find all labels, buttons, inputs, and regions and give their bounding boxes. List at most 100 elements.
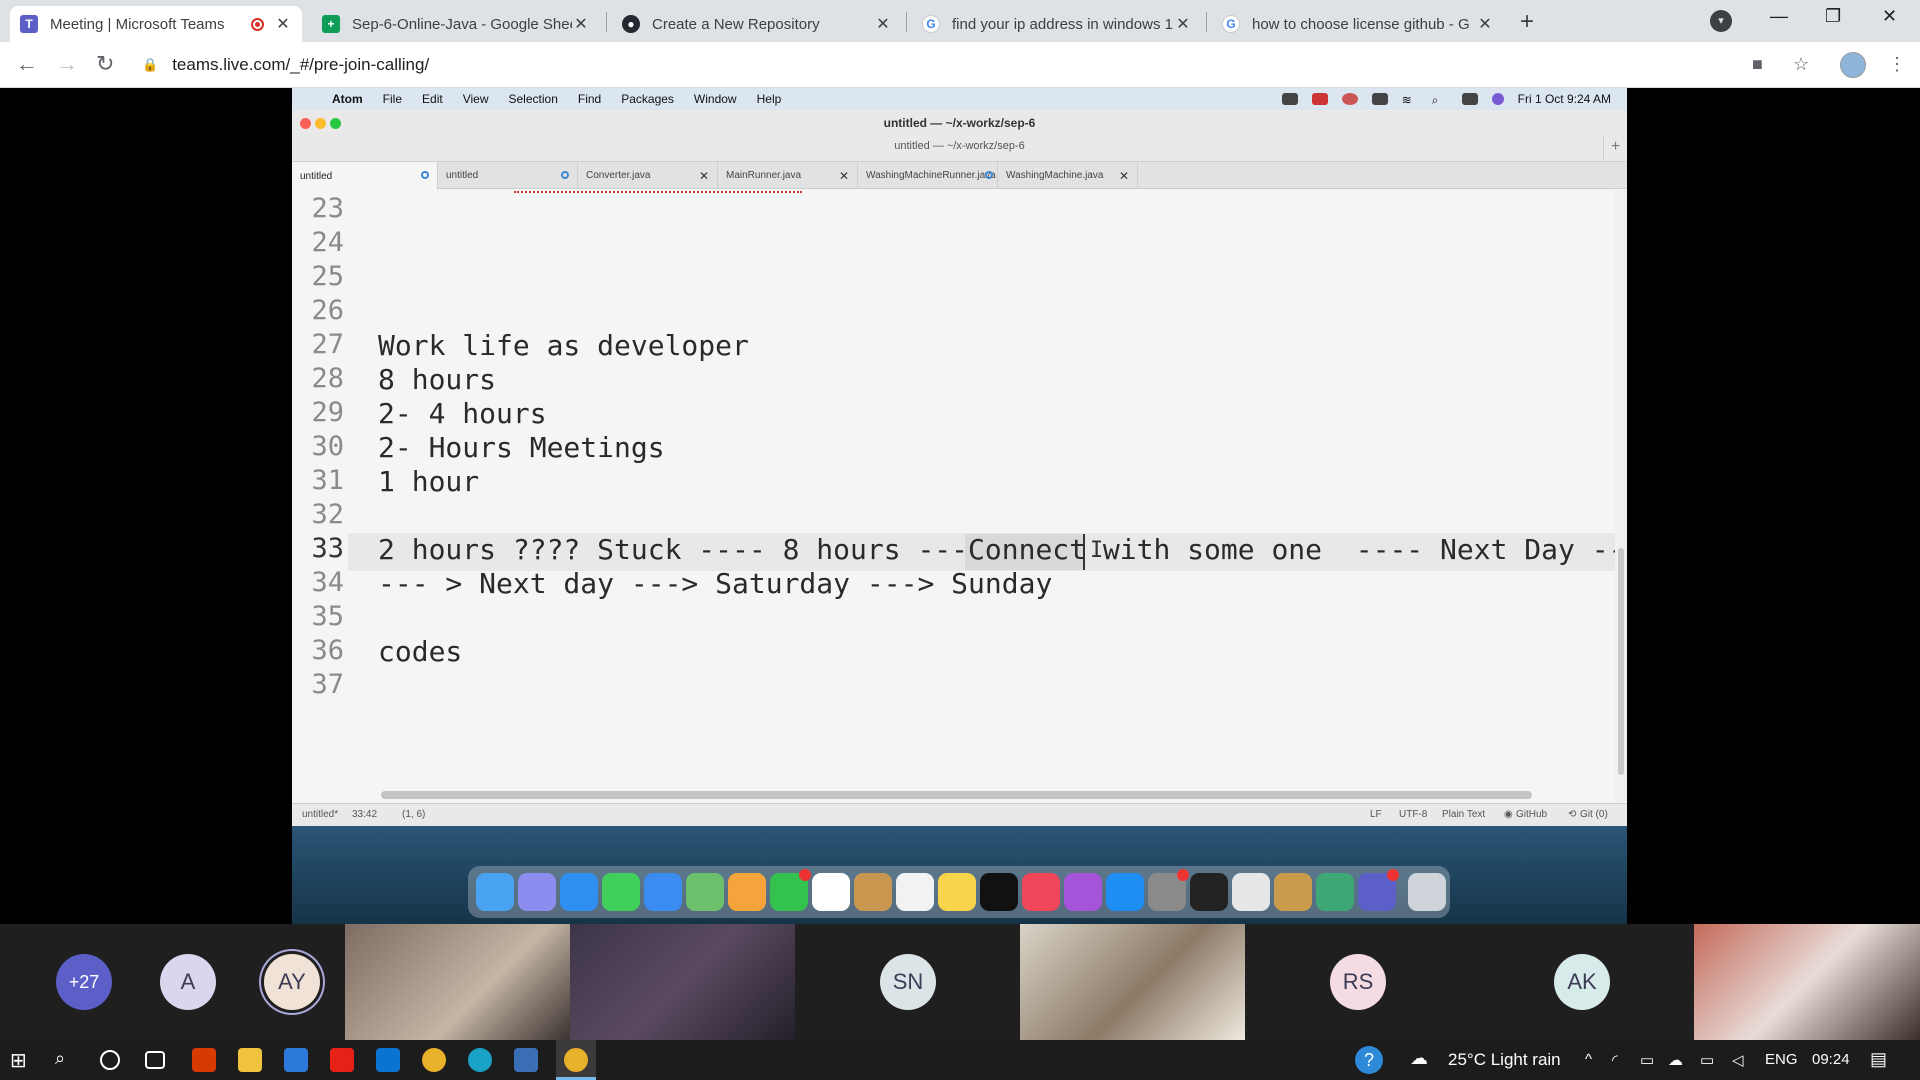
new-tab-button[interactable]: + <box>1520 8 1534 36</box>
safari-icon[interactable] <box>560 873 598 911</box>
finder-icon[interactable] <box>476 873 514 911</box>
network-icon[interactable]: ◜ <box>1612 1051 1618 1069</box>
spotlight-icon[interactable]: ⌕ <box>1432 93 1448 107</box>
modified-dot-icon[interactable] <box>561 171 569 179</box>
edge-icon[interactable] <box>468 1048 492 1072</box>
code-line[interactable]: 1 hour <box>378 465 479 498</box>
participant-video[interactable] <box>1694 924 1920 1040</box>
vertical-scrollbar-thumb[interactable] <box>1618 548 1624 775</box>
profile-avatar[interactable] <box>1840 52 1866 78</box>
editor-tab-untitled-2[interactable]: untitled <box>438 162 578 189</box>
participant-video[interactable] <box>570 924 795 1040</box>
podcasts-icon[interactable] <box>1064 873 1102 911</box>
text-editor[interactable]: 23 24 25 26 27 Work life as developer 28… <box>292 190 1615 803</box>
paintbrush-icon[interactable] <box>1274 873 1312 911</box>
reload-icon[interactable]: ↻ <box>96 51 114 77</box>
menu-view[interactable]: View <box>463 92 489 106</box>
horizontal-scrollbar[interactable] <box>381 791 1532 799</box>
photos-icon[interactable] <box>728 873 766 911</box>
close-tab-icon[interactable]: ✕ <box>839 169 849 183</box>
menu-find[interactable]: Find <box>578 92 601 106</box>
status-grammar[interactable]: Plain Text <box>1442 809 1485 820</box>
browser-tab-teams[interactable]: T Meeting | Microsoft Teams ✕ <box>10 6 302 42</box>
youtube-icon[interactable] <box>330 1048 354 1072</box>
browser-tab-sheets[interactable]: + Sep-6-Online-Java - Google Shee ✕ <box>312 6 600 42</box>
windows-start-icon[interactable]: ⊞ <box>10 1048 34 1072</box>
code-line[interactable]: 8 hours <box>378 363 496 396</box>
help-icon[interactable]: ? <box>1355 1046 1383 1074</box>
terminal-icon[interactable] <box>1190 873 1228 911</box>
menu-atom[interactable]: Atom <box>332 92 363 106</box>
editor-tab-converter[interactable]: Converter.java ✕ <box>578 162 718 189</box>
menu-file[interactable]: File <box>383 92 402 106</box>
lock-icon[interactable]: 🔒 <box>142 57 158 73</box>
editor-tab-untitled-1[interactable]: untitled <box>292 162 438 190</box>
chrome-icon[interactable] <box>422 1048 446 1072</box>
file-icon[interactable] <box>284 1048 308 1072</box>
participant-avatar-speaking[interactable]: AY <box>264 954 320 1010</box>
close-tab-icon[interactable]: ✕ <box>1476 14 1494 34</box>
notes-icon[interactable] <box>938 873 976 911</box>
tab-search-icon[interactable]: ▾ <box>1710 10 1732 32</box>
close-tab-icon[interactable]: ✕ <box>572 14 590 34</box>
office-icon[interactable] <box>192 1048 216 1072</box>
teams-icon[interactable] <box>1358 869 1399 911</box>
cloud-rain-icon[interactable]: ☁ <box>1410 1048 1428 1069</box>
atom-icon[interactable] <box>1316 873 1354 911</box>
browser-tab-github[interactable]: ● Create a New Repository ✕ <box>612 6 902 42</box>
menu-packages[interactable]: Packages <box>621 92 674 106</box>
messages-icon[interactable] <box>602 873 640 911</box>
input-language[interactable]: ENG <box>1765 1051 1798 1068</box>
forward-arrow-icon[interactable]: → <box>56 51 78 77</box>
code-line-current[interactable]: 2 hours ???? Stuck ---- 8 hours ---Conne… <box>378 533 1615 566</box>
menu-help[interactable]: Help <box>757 92 782 106</box>
chevron-up-icon[interactable]: ^ <box>1585 1051 1592 1068</box>
close-tab-icon[interactable]: ✕ <box>1119 169 1129 183</box>
close-tab-icon[interactable]: ✕ <box>699 169 709 183</box>
cortana-icon[interactable] <box>100 1050 120 1070</box>
code-line[interactable]: 2- Hours Meetings <box>378 431 665 464</box>
chrome-icon[interactable] <box>1232 873 1270 911</box>
close-tab-icon[interactable]: ✕ <box>1174 14 1192 34</box>
browser-tab-ip-search[interactable]: G find your ip address in windows 1 ✕ <box>912 6 1202 42</box>
close-window-icon[interactable]: ✕ <box>1882 6 1897 27</box>
volume-icon[interactable]: ◁ <box>1732 1051 1744 1069</box>
status-cursor-position[interactable]: 33:42 <box>352 809 377 820</box>
record-icon[interactable] <box>1311 93 1328 105</box>
music-icon[interactable] <box>1022 873 1060 911</box>
restore-icon[interactable]: ❐ <box>1825 6 1841 27</box>
system-preferences-icon[interactable] <box>1148 869 1189 911</box>
menu-window[interactable]: Window <box>694 92 737 106</box>
editor-tab-washingmachine[interactable]: WashingMachine.java ✕ <box>998 162 1138 189</box>
minimize-icon[interactable]: — <box>1770 6 1788 27</box>
status-github[interactable]: GitHub <box>1516 809 1547 820</box>
code-line[interactable]: --- > Next day ---> Saturday ---> Sunday <box>378 567 1052 600</box>
weather-text[interactable]: 25°C Light rain <box>1448 1050 1561 1070</box>
clock-time[interactable]: 09:24 <box>1812 1051 1850 1068</box>
menu-selection[interactable]: Selection <box>509 92 558 106</box>
code-line[interactable]: Work life as developer <box>378 329 749 362</box>
github-icon[interactable]: ◉ <box>1504 809 1513 820</box>
status-line-ending[interactable]: LF <box>1370 809 1382 820</box>
mail-icon[interactable] <box>644 873 682 911</box>
mail-icon[interactable] <box>376 1048 400 1072</box>
participant-avatar[interactable]: A <box>160 954 216 1010</box>
battery-icon[interactable]: ▭ <box>1700 1051 1714 1069</box>
status-file-name[interactable]: untitled* <box>302 809 338 820</box>
calendar-icon[interactable] <box>812 873 850 911</box>
address-bar[interactable]: 🔒 teams.live.com/_#/pre-join-calling/ <box>142 49 1742 81</box>
search-icon[interactable]: ⌕ <box>55 1048 79 1072</box>
apple-tv-icon[interactable] <box>980 873 1018 911</box>
maps-icon[interactable] <box>686 873 724 911</box>
camera-icon[interactable]: ■ <box>1752 54 1763 75</box>
modified-dot-icon[interactable] <box>421 171 429 179</box>
participant-video[interactable] <box>1020 924 1245 1040</box>
vertical-scrollbar-track[interactable] <box>1615 190 1627 803</box>
more-menu-icon[interactable]: ⋮ <box>1888 54 1906 75</box>
editor-tab-mainrunner[interactable]: MainRunner.java ✕ <box>718 162 858 189</box>
reminders-icon[interactable] <box>896 873 934 911</box>
bookmark-star-icon[interactable]: ☆ <box>1793 54 1809 75</box>
app-store-icon[interactable] <box>1106 873 1144 911</box>
contacts-icon[interactable] <box>854 873 892 911</box>
active-chrome-taskbar-button[interactable] <box>556 1040 596 1080</box>
